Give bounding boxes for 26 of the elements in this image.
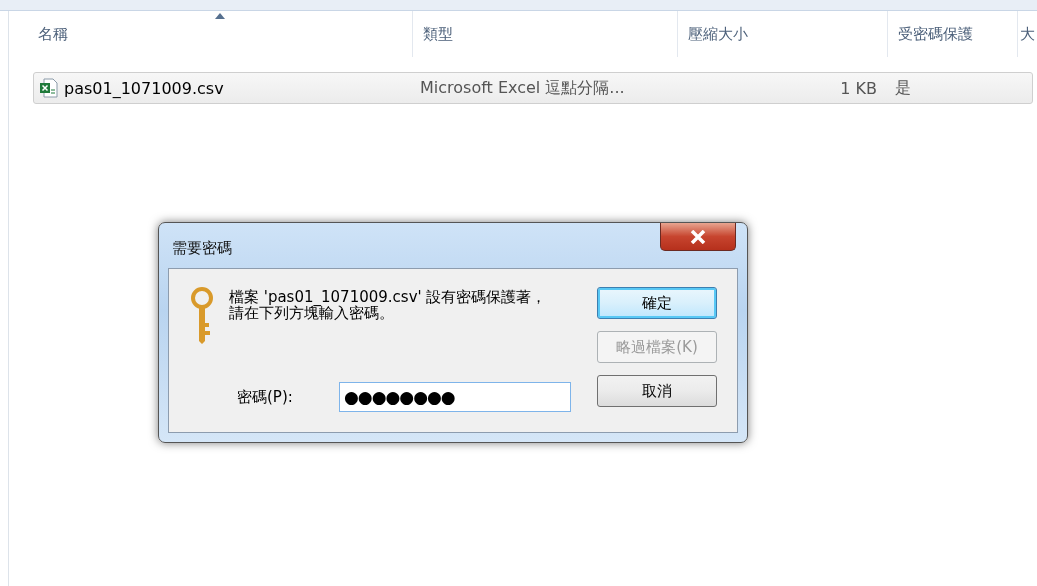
dialog-button[interactable]: 取消 [597,375,717,407]
column-header[interactable]: 大 [1018,11,1037,57]
column-header-label: 類型 [423,24,453,44]
dialog-button[interactable]: 確定 [597,287,717,319]
file-name: pas01_1071009.csv [64,78,224,98]
file-size: 1 KB [839,78,878,98]
file-row[interactable]: pas01_1071009.csv Microsoft Excel 逗點分隔... 1 KB 是 [33,72,1033,104]
dialog-title: 需要密碼 [171,238,232,258]
password-label: 密碼(P): [237,387,294,407]
column-header-label: 壓縮大小 [688,24,748,44]
dialog-message: 檔案 'pas01_1071009.csv' 設有密碼保護著，請在下列方塊輸入密碼。 [229,287,548,321]
password-protected-value: 是 [894,77,912,99]
file-type: Microsoft Excel 逗點分隔... [419,77,626,99]
column-header[interactable]: 類型 [413,11,678,57]
password-field[interactable]: ●●●●●●●● [339,382,571,412]
column-header[interactable]: 受密碼保護 [888,11,1018,57]
close-button[interactable] [660,223,736,251]
column-header[interactable]: 名稱 [28,11,413,57]
close-icon [690,229,706,244]
spreadsheet-file-icon [40,78,58,98]
column-header[interactable]: 壓縮大小 [678,11,888,57]
column-header-label: 大 [1020,24,1035,44]
column-header-label: 受密碼保護 [898,24,973,44]
sort-arrow-icon [215,13,225,19]
column-header-label: 名稱 [38,24,68,44]
key-icon [189,287,215,345]
